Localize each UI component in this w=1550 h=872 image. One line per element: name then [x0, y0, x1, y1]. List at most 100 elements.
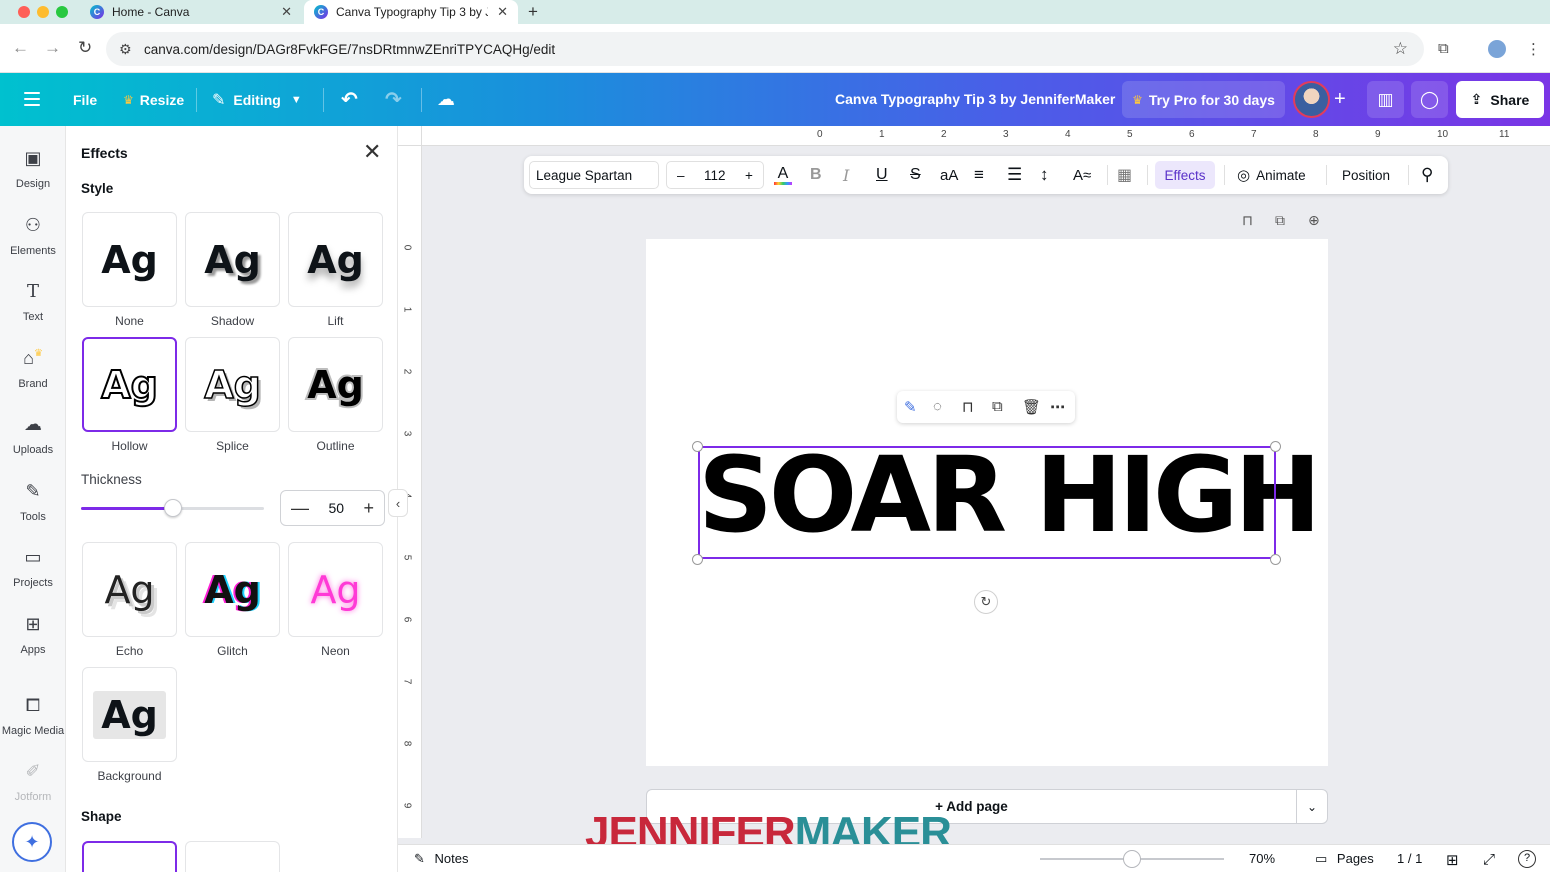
magic-write-icon[interactable]: ✎ [904, 398, 917, 416]
italic-icon[interactable]: I [843, 156, 849, 194]
magic-assistant-icon[interactable]: ✦ [12, 822, 52, 862]
pages-button[interactable]: ▭ Pages [1315, 851, 1374, 867]
animate-button[interactable]: ◎ Animate [1237, 156, 1306, 194]
copy-style-icon[interactable]: ⚲ [1421, 156, 1433, 194]
editing-mode-button[interactable]: ✎ Editing ▼ [212, 73, 302, 126]
chevron-down-icon[interactable]: ⌄ [1297, 789, 1328, 824]
forward-icon[interactable]: → [44, 38, 61, 58]
text-style-icon[interactable]: A≈ [1073, 156, 1091, 194]
browser-menu-icon[interactable]: ⋮ [1526, 40, 1541, 58]
rail-item-projects[interactable]: ▭ Projects [0, 547, 66, 589]
close-icon[interactable]: ✕ [363, 139, 381, 165]
cast-icon[interactable]: ⧉ [1438, 40, 1449, 57]
back-icon[interactable]: ← [12, 38, 29, 58]
maximize-window-button[interactable] [56, 6, 68, 18]
spacing-icon[interactable]: ↕ [1040, 156, 1049, 194]
effect-none[interactable]: Ag None [82, 212, 177, 328]
add-comment-icon[interactable]: ◌ [933, 398, 942, 415]
list-icon[interactable]: ☰ [1007, 156, 1022, 194]
resize-handle[interactable] [1270, 441, 1281, 452]
design-title[interactable]: Canva Typography Tip 3 by JenniferMaker [835, 91, 1115, 107]
resize-handle[interactable] [692, 441, 703, 452]
rail-item-magic-media[interactable]: ⧠ Magic Media [0, 695, 66, 737]
align-center-icon[interactable]: ≡ [974, 156, 984, 194]
close-tab-icon[interactable]: ✕ [281, 4, 292, 20]
add-page-icon[interactable]: ⊕ [1308, 212, 1320, 229]
duplicate-icon[interactable]: ⧉ [992, 398, 1003, 415]
comments-icon[interactable]: ◯ [1411, 81, 1448, 118]
strikethrough-icon[interactable]: S [910, 156, 921, 194]
thickness-stepper[interactable]: — 50 + [280, 490, 385, 526]
transparency-icon[interactable]: ▦ [1117, 156, 1132, 194]
delete-icon[interactable]: 🗑 [1022, 398, 1041, 416]
font-family-dropdown[interactable]: League Spartan [529, 161, 659, 189]
reload-icon[interactable]: ↻ [78, 38, 92, 58]
bold-icon[interactable]: B [810, 156, 822, 194]
decrease-font-size-button[interactable]: – [677, 168, 685, 183]
zoom-slider-handle[interactable] [1123, 850, 1141, 868]
rail-item-brand[interactable]: ⌂♛ Brand [0, 348, 66, 390]
more-options-icon[interactable]: ⋯ [1050, 398, 1065, 416]
site-settings-icon[interactable]: ⚙ [119, 41, 132, 58]
effect-background[interactable]: Ag Background [82, 667, 177, 783]
undo-icon[interactable]: ↶ [341, 73, 358, 126]
shape-option-none[interactable] [82, 841, 177, 872]
effects-button[interactable]: Effects [1155, 161, 1215, 189]
collapse-panel-icon[interactable]: ‹ [388, 489, 408, 517]
insights-icon[interactable]: ▥ [1367, 81, 1404, 118]
help-icon[interactable]: ? [1518, 850, 1536, 868]
bookmark-star-icon[interactable]: ☆ [1393, 39, 1408, 59]
effect-shadow[interactable]: Ag Shadow [185, 212, 280, 328]
effect-neon[interactable]: Ag Neon [288, 542, 383, 658]
notes-button[interactable]: ✎ Notes [414, 851, 469, 867]
font-size-stepper[interactable]: – 112 + [666, 161, 764, 189]
file-menu-button[interactable]: File [73, 73, 97, 126]
resize-handle[interactable] [692, 554, 703, 565]
increase-font-size-button[interactable]: + [745, 168, 753, 183]
try-pro-button[interactable]: ♛ Try Pro for 30 days [1122, 81, 1285, 118]
effect-lift[interactable]: Ag Lift [288, 212, 383, 328]
grid-view-icon[interactable]: ⊞ [1446, 851, 1459, 869]
browser-tab-home[interactable]: C Home - Canva ✕ [80, 0, 302, 24]
url-field[interactable]: ⚙ canva.com/design/DAGr8FvkFGE/7nsDRtmnw… [106, 32, 1424, 66]
rail-item-uploads[interactable]: ☁ Uploads [0, 414, 66, 456]
text-color-button[interactable]: A [774, 156, 792, 194]
add-collaborator-icon[interactable]: + [1334, 73, 1346, 126]
effect-echo[interactable]: Ag Echo [82, 542, 177, 658]
browser-tab-design[interactable]: C Canva Typography Tip 3 by J ✕ [304, 0, 518, 24]
browser-profile-avatar[interactable] [1488, 40, 1506, 58]
user-avatar[interactable] [1293, 81, 1330, 118]
minimize-window-button[interactable] [37, 6, 49, 18]
rail-item-apps[interactable]: ⊞ Apps [0, 614, 66, 656]
redo-icon[interactable]: ↷ [385, 73, 402, 126]
rail-item-tools[interactable]: ✎ Tools [0, 481, 66, 523]
position-button[interactable]: Position [1342, 156, 1390, 194]
close-window-button[interactable] [18, 6, 30, 18]
zoom-level[interactable]: 70% [1249, 851, 1275, 866]
effect-outline[interactable]: Ag Outline [288, 337, 383, 453]
lock-icon[interactable]: ⊓ [962, 398, 974, 416]
rotate-handle-icon[interactable]: ↻ [974, 590, 998, 614]
increase-button[interactable]: + [363, 498, 374, 519]
cloud-save-icon[interactable]: ☁ [437, 73, 455, 126]
resize-button[interactable]: ♛ Resize [123, 73, 184, 126]
effect-hollow[interactable]: Ag Hollow [82, 337, 177, 453]
thickness-value[interactable]: 50 [328, 500, 344, 516]
decrease-button[interactable]: — [291, 498, 309, 519]
thickness-slider[interactable] [81, 499, 264, 517]
duplicate-page-icon[interactable]: ⧉ [1275, 212, 1285, 229]
letter-case-icon[interactable]: aA [940, 156, 958, 194]
rail-item-text[interactable]: T Text [0, 281, 66, 323]
font-size-value[interactable]: 112 [704, 168, 726, 183]
slider-handle[interactable] [163, 499, 182, 517]
rail-item-jotform[interactable]: ✐ Jotform [0, 761, 66, 803]
rail-item-elements[interactable]: ⚇ Elements [0, 215, 66, 257]
effect-glitch[interactable]: Ag Glitch [185, 542, 280, 658]
fullscreen-icon[interactable]: ⤢ [1483, 851, 1495, 868]
close-tab-icon[interactable]: ✕ [497, 4, 508, 20]
new-tab-icon[interactable]: + [528, 2, 538, 22]
menu-icon[interactable] [24, 92, 40, 110]
resize-handle[interactable] [1270, 554, 1281, 565]
share-button[interactable]: ⇪ Share [1456, 81, 1544, 118]
rail-item-design[interactable]: ▣ Design [0, 148, 66, 190]
